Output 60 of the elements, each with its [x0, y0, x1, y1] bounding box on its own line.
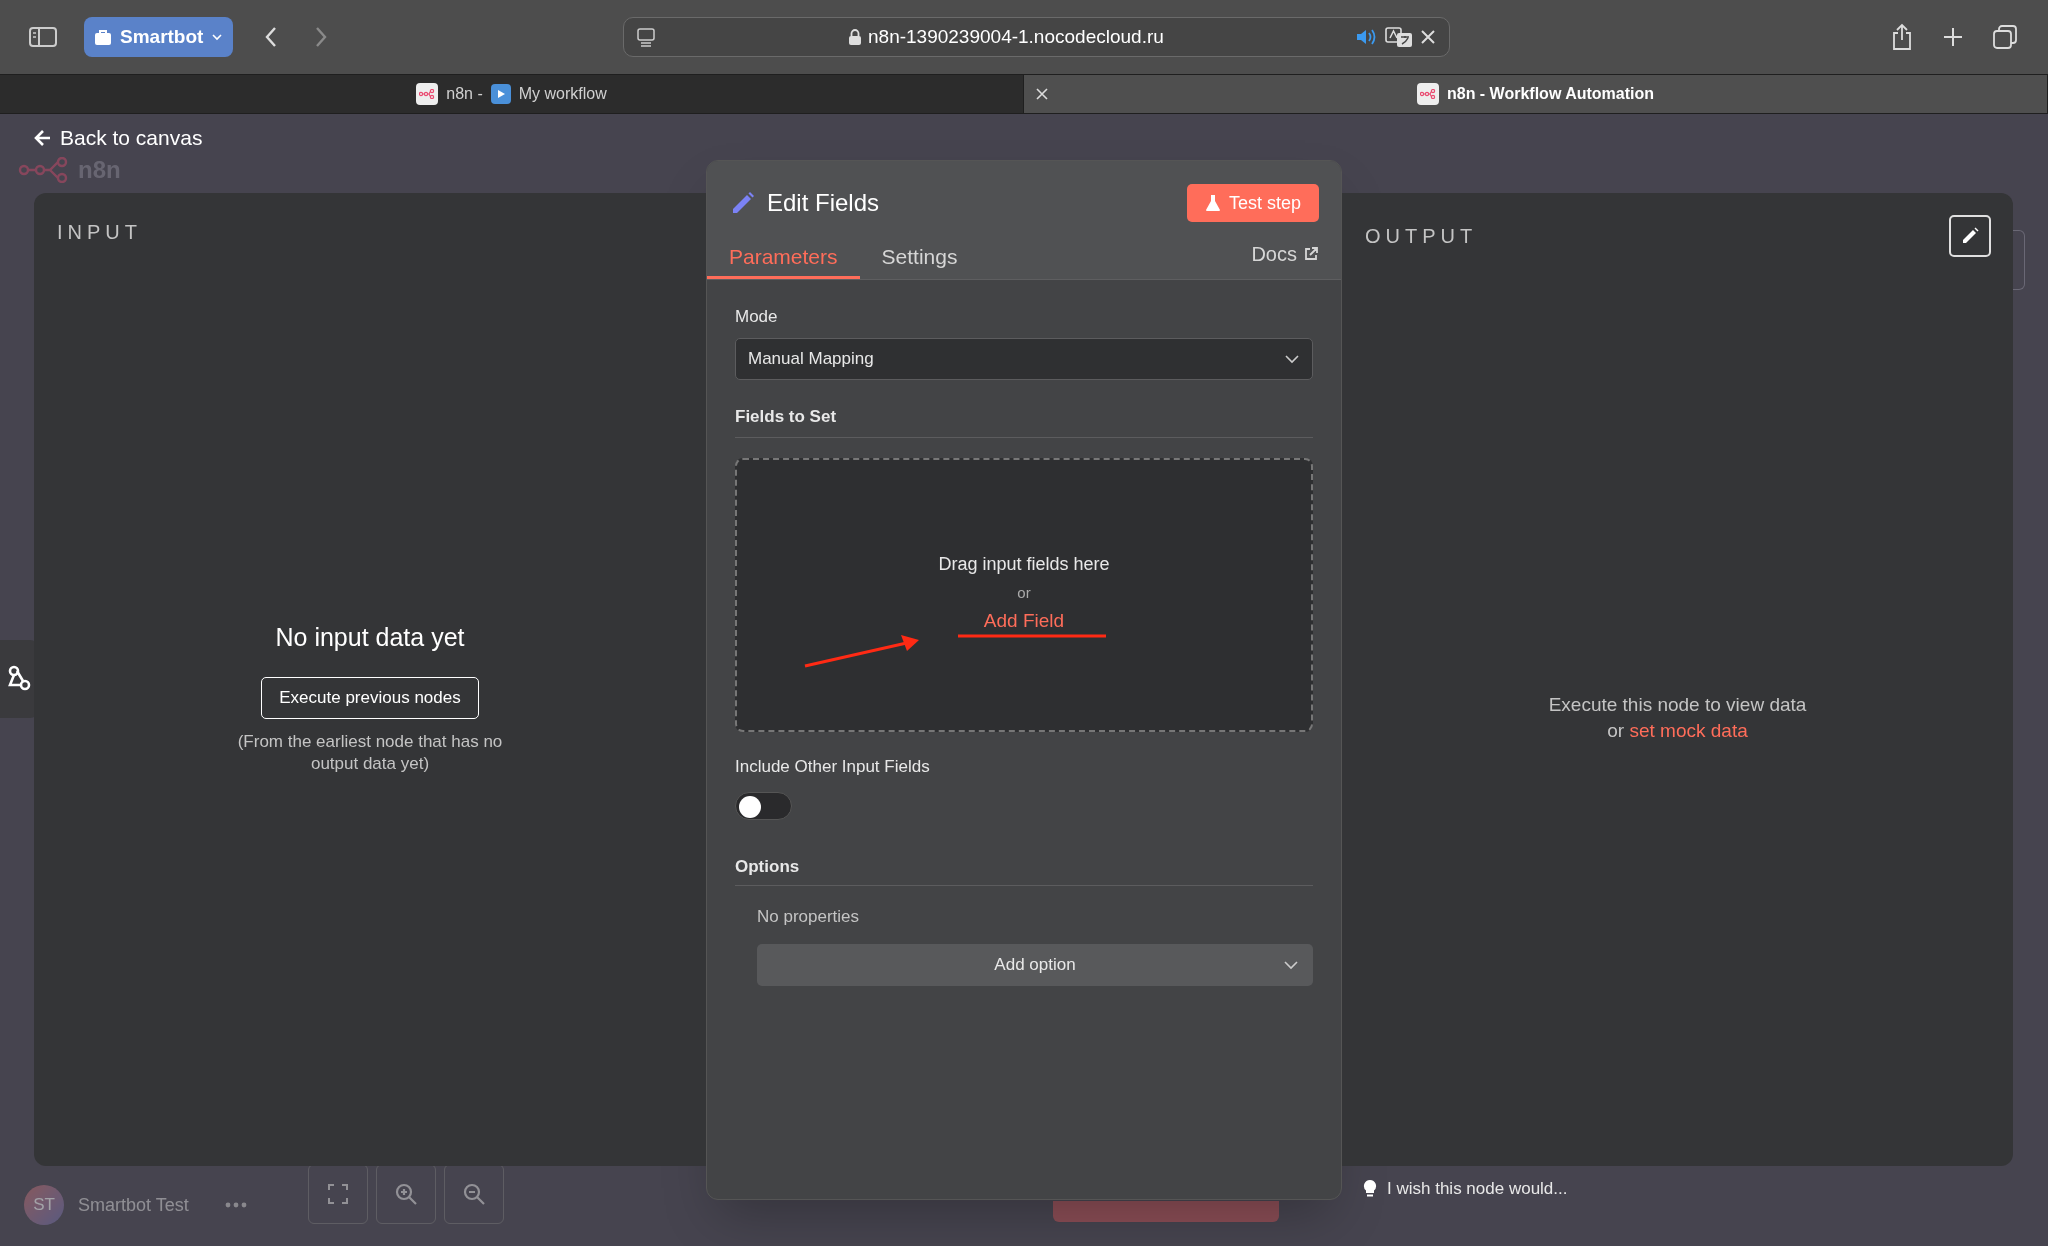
- drop-hint: Drag input fields here: [938, 553, 1110, 576]
- sidebar-toggle-icon[interactable]: [28, 25, 58, 49]
- share-icon[interactable]: [1890, 23, 1914, 51]
- reader-icon[interactable]: [636, 27, 657, 47]
- profile-button[interactable]: Smartbot: [84, 17, 234, 57]
- back-to-canvas-link[interactable]: Back to canvas: [34, 126, 203, 150]
- tabs-overview-icon[interactable]: [1992, 24, 2018, 50]
- external-link-icon: [1303, 246, 1319, 262]
- address-bar[interactable]: n8n-1390239004-1.nocodecloud.ru: [623, 17, 1451, 57]
- chevron-down-icon: [1284, 353, 1300, 364]
- briefcase-icon: [94, 28, 112, 46]
- drop-zone[interactable]: Drag input fields here or Add Field: [735, 458, 1313, 732]
- field-label: Include Other Input Fields: [735, 756, 931, 778]
- close-icon[interactable]: [1419, 28, 1438, 46]
- or-text: or: [1017, 583, 1031, 603]
- n8n-favicon-icon: [1416, 83, 1439, 105]
- more-icon[interactable]: [224, 1202, 247, 1208]
- empty-title: No input data yet: [275, 622, 465, 653]
- panel-title: OUTPUT: [1365, 224, 1478, 249]
- toggle-switch[interactable]: [735, 791, 792, 820]
- mode-select[interactable]: Manual Mapping: [735, 337, 1313, 380]
- field-label: Mode: [735, 306, 779, 328]
- chevron-down-icon: [1283, 959, 1299, 970]
- add-field-link[interactable]: Add Field: [983, 606, 1065, 635]
- close-icon[interactable]: [1034, 86, 1050, 102]
- n8n-favicon-icon: [416, 83, 439, 105]
- translate-icon[interactable]: [1385, 26, 1414, 48]
- play-icon: [490, 84, 511, 104]
- url-text: n8n-1390239004-1.nocodecloud.ru: [868, 24, 1164, 49]
- section-title: Fields to Set: [735, 403, 1313, 438]
- lightbulb-icon: [1363, 1178, 1377, 1199]
- node-tab[interactable]: Settings: [859, 237, 980, 279]
- new-tab-icon[interactable]: [1942, 26, 1964, 48]
- flask-icon: [1204, 194, 1221, 212]
- pencil-icon: [1960, 226, 1980, 246]
- node-title: Edit Fields: [767, 188, 880, 218]
- feedback-text[interactable]: I wish this node would...: [1387, 1176, 1568, 1202]
- section-title: Options: [735, 853, 1313, 886]
- tab-title: n8n -: [446, 84, 483, 104]
- chevron-down-icon: [211, 33, 224, 41]
- zoom-out-icon: [462, 1182, 486, 1206]
- arrow-left-icon: [34, 129, 52, 147]
- user-name: Smartbot Test: [78, 1193, 189, 1217]
- execute-previous-nodes-button[interactable]: Execute previous nodes: [261, 676, 479, 719]
- help-text: (From the earliest node that has no output data yet): [236, 730, 504, 775]
- empty-options-text: No properties: [757, 906, 861, 928]
- browser-tab[interactable]: n8n - My workflow: [0, 75, 1024, 113]
- panel-title: INPUT: [57, 220, 142, 245]
- add-option-button[interactable]: Add option: [757, 943, 1313, 986]
- zoom-in-icon: [394, 1182, 418, 1206]
- set-mock-data-link[interactable]: set mock data: [1629, 720, 1748, 741]
- fullscreen-icon: [327, 1183, 349, 1205]
- lock-icon: [848, 28, 862, 46]
- edit-button[interactable]: [1949, 215, 1991, 257]
- user-avatar: ST: [24, 1185, 64, 1225]
- tab-title: n8n - Workflow Automation: [1446, 84, 1655, 104]
- empty-message: Execute this node to view data or set mock data: [1548, 693, 1807, 743]
- browser-tab[interactable]: n8n - Workflow Automation: [1024, 75, 2048, 113]
- docs-link[interactable]: Docs: [1251, 239, 1319, 269]
- tab-title: My workflow: [518, 84, 607, 104]
